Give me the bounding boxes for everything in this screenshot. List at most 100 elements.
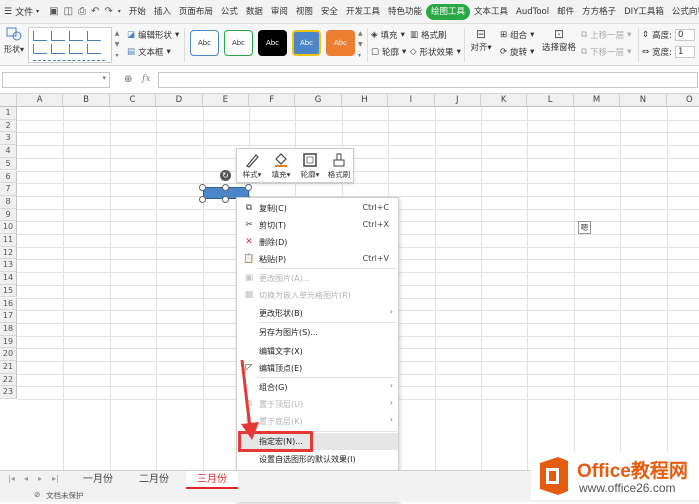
row-header[interactable]: 5	[0, 157, 17, 171]
shape-style-4[interactable]: Abc	[292, 30, 321, 56]
row-header[interactable]: 19	[0, 335, 17, 349]
row-header[interactable]: 6	[0, 170, 17, 184]
ribbon-tab[interactable]: DIY工具箱	[620, 4, 668, 20]
row-header[interactable]: 16	[0, 297, 17, 311]
send-backward-button[interactable]: ⧉ 下移一层 ▾	[581, 46, 631, 58]
textbox-button[interactable]: ▤ 文本框 ▾	[127, 46, 171, 58]
ribbon-tab[interactable]: 插入	[150, 4, 175, 20]
context-menu-item[interactable]: ⧉ 复制(C) Ctrl+C	[238, 200, 398, 217]
customize-icon[interactable]: ▾	[118, 8, 121, 15]
column-header[interactable]: G	[295, 94, 342, 107]
column-header[interactable]: D	[156, 94, 203, 107]
row-header[interactable]: 2	[0, 119, 17, 133]
sheet-tab[interactable]: 一月份	[72, 471, 124, 489]
fill-button[interactable]: ◈ 填充 ▾	[371, 29, 405, 41]
style-gallery-scroll[interactable]: ▲ ▼ ▾	[358, 28, 363, 61]
sheet-tab[interactable]: 三月份	[186, 471, 238, 489]
height-input[interactable]: 0	[675, 29, 695, 41]
row-header[interactable]: 22	[0, 373, 17, 387]
row-header[interactable]: 10	[0, 221, 17, 234]
row-header[interactable]: 17	[0, 310, 17, 323]
context-menu-item[interactable]: 另存为图片(S)...	[238, 324, 398, 341]
row-header[interactable]: 4	[0, 145, 17, 158]
edit-shape-button[interactable]: ◪ 编辑形状 ▾	[127, 29, 179, 41]
select-all-corner[interactable]	[0, 94, 17, 107]
shape-style-2[interactable]: Abc	[224, 30, 253, 56]
ribbon-tab[interactable]: 开发工具	[342, 4, 384, 20]
group-button[interactable]: ⊞ 组合 ▾	[500, 29, 534, 41]
ribbon-tab[interactable]: 绘图工具	[425, 3, 470, 20]
ribbon-tab[interactable]: 邮件	[553, 4, 578, 20]
ribbon-tab[interactable]: 安全	[317, 4, 342, 20]
ribbon-tab[interactable]: 开始	[125, 4, 150, 20]
bring-forward-button[interactable]: ⧉ 上移一层 ▾	[581, 29, 631, 41]
row-header[interactable]: 21	[0, 361, 17, 374]
column-header[interactable]: J	[434, 94, 481, 107]
select-pane-button[interactable]: ⊡ 选择窗格	[542, 27, 576, 53]
mini-format-painter-button[interactable]: 格式刷	[325, 151, 353, 182]
zoom-search-icon[interactable]: ⊕	[124, 74, 132, 85]
column-header[interactable]: A	[17, 94, 64, 107]
shape-style-3[interactable]: Abc	[258, 30, 287, 56]
row-header[interactable]: 8	[0, 195, 17, 209]
ribbon-tab[interactable]: 视图	[292, 4, 317, 20]
column-header[interactable]: M	[573, 94, 621, 107]
resize-handle[interactable]	[222, 196, 229, 203]
redo-icon[interactable]: ↷	[104, 6, 112, 17]
row-header[interactable]: 14	[0, 272, 17, 285]
column-header[interactable]: L	[527, 94, 574, 107]
resize-handle[interactable]	[245, 184, 252, 191]
format-painter-button[interactable]: ▥ 格式刷	[410, 29, 447, 41]
ribbon-tab[interactable]: 公式	[217, 4, 242, 20]
context-menu-item[interactable]: 📋 粘贴(P) Ctrl+V	[238, 251, 398, 268]
width-input[interactable]: 1	[675, 46, 695, 58]
context-menu-item[interactable]: ▩ 切换为嵌入单元格图片(R)	[238, 287, 398, 304]
rotate-handle-icon[interactable]: ↻	[220, 170, 231, 181]
last-sheet-icon[interactable]: ▸|	[52, 474, 59, 483]
column-header[interactable]: K	[481, 94, 528, 107]
row-header[interactable]: 18	[0, 322, 17, 336]
prev-sheet-icon[interactable]: ◂	[24, 474, 28, 483]
row-header[interactable]: 15	[0, 284, 17, 298]
shape-style-5[interactable]: Abc	[326, 30, 355, 56]
align-button[interactable]: ⊟ 对齐▾	[470, 27, 492, 53]
column-header[interactable]: B	[63, 94, 110, 107]
gallery-scroll[interactable]: ▲ ▼ ▾	[113, 28, 121, 62]
resize-handle[interactable]	[199, 184, 206, 191]
mini-fill-button[interactable]: 填充▾	[267, 151, 295, 182]
ribbon-tab[interactable]: AudTool	[512, 4, 553, 20]
resize-handle[interactable]	[199, 196, 206, 203]
context-menu-item[interactable]: 更改形状(B) ›	[238, 305, 398, 322]
save-icon[interactable]: ▣	[49, 6, 58, 17]
ribbon-tab[interactable]: 特色功能	[384, 4, 426, 20]
ribbon-tab[interactable]: 文本工具	[470, 4, 512, 20]
document-protect-status[interactable]: 文档未保护	[46, 490, 84, 501]
ribbon-tab[interactable]: 公式向导	[668, 4, 699, 20]
undo-icon[interactable]: ↶	[91, 6, 99, 17]
shape-gallery[interactable]	[28, 27, 112, 63]
ribbon-tab[interactable]: 数据	[242, 4, 267, 20]
first-sheet-icon[interactable]: |◂	[8, 474, 15, 483]
ribbon-tab[interactable]: 页面布局	[175, 4, 217, 20]
column-header[interactable]: O	[666, 94, 699, 107]
row-header[interactable]: 23	[0, 386, 17, 400]
ribbon-tab[interactable]: 审阅	[267, 4, 292, 20]
formula-input[interactable]	[158, 72, 698, 88]
row-header[interactable]: 1	[0, 107, 17, 120]
column-header[interactable]: E	[202, 94, 249, 107]
file-menu-button[interactable]: ☰ 文件 ▾	[0, 5, 45, 19]
rotate-button[interactable]: ⟳ 旋转 ▾	[500, 46, 534, 58]
print-icon[interactable]: ⎙	[78, 6, 86, 17]
row-header[interactable]: 20	[0, 348, 17, 361]
row-header[interactable]: 3	[0, 132, 17, 146]
ribbon-tab[interactable]: 方方格子	[578, 4, 620, 20]
row-header[interactable]: 12	[0, 246, 17, 260]
column-header[interactable]: F	[249, 94, 296, 107]
next-sheet-icon[interactable]: ▸	[38, 474, 42, 483]
row-header[interactable]: 9	[0, 208, 17, 222]
comment-marker[interactable]: 嗯	[578, 221, 591, 234]
shape-style-1[interactable]: Abc	[190, 30, 219, 56]
outline-button[interactable]: ▢ 轮廓 ▾	[371, 46, 406, 58]
shape-effect-button[interactable]: ◇ 形状效果 ▾	[410, 46, 461, 58]
column-header[interactable]: N	[620, 94, 667, 107]
